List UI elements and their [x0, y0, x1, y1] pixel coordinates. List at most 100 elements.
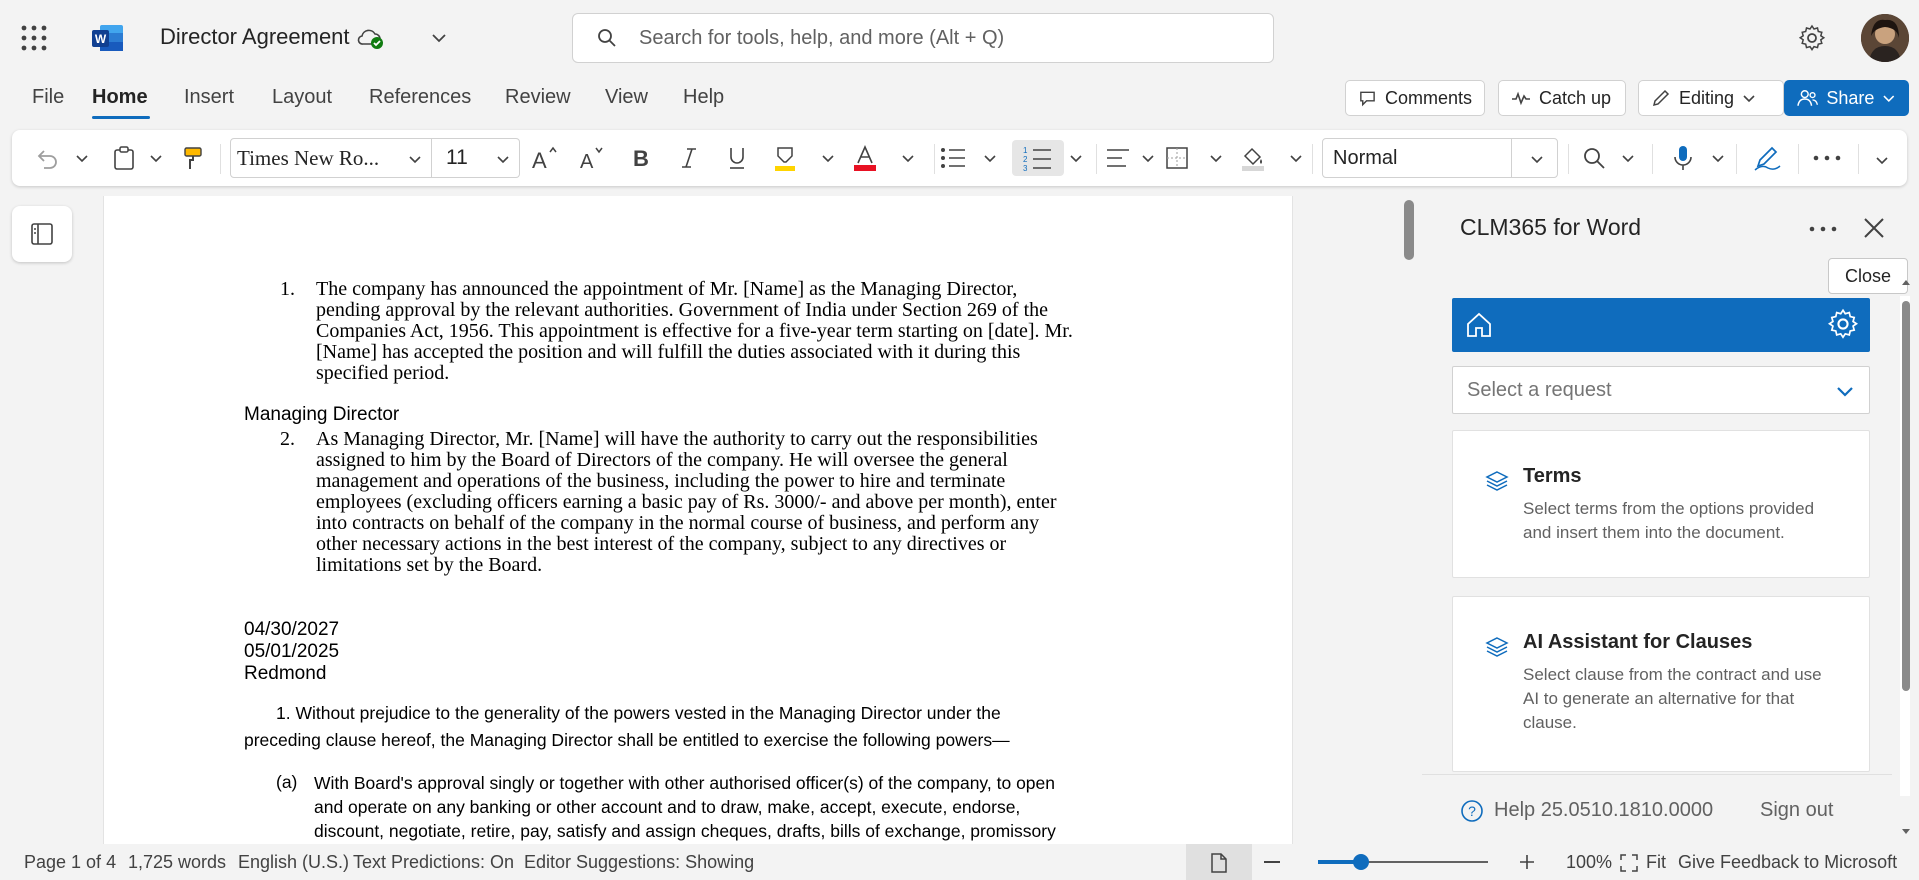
- numbered-list-icon: 123: [1023, 146, 1051, 172]
- menu-help[interactable]: Help: [683, 86, 724, 109]
- grow-font-icon: A: [532, 146, 557, 172]
- search-box[interactable]: Search for tools, help, and more (Alt + …: [572, 13, 1274, 63]
- app-launcher-icon[interactable]: [20, 24, 48, 52]
- dictate-dropdown[interactable]: [1710, 140, 1726, 176]
- settings-gear-icon[interactable]: [1798, 24, 1826, 52]
- document-title[interactable]: Director Agreement: [160, 24, 350, 50]
- align-button[interactable]: [1104, 140, 1132, 176]
- numbering-dropdown[interactable]: [1068, 140, 1084, 176]
- find-button[interactable]: [1582, 140, 1606, 176]
- request-select[interactable]: Select a request: [1452, 366, 1870, 414]
- date-line: 04/30/2027: [244, 619, 340, 640]
- chevron-down-icon: [1210, 155, 1222, 163]
- menu-review[interactable]: Review: [505, 86, 571, 109]
- font-name-combo[interactable]: Times New Ro...: [230, 138, 432, 178]
- shading-button[interactable]: [1240, 140, 1266, 176]
- pane-home-bar: [1452, 298, 1870, 352]
- catch-up-button[interactable]: Catch up: [1498, 80, 1626, 116]
- text-line: management and operations of the busines…: [316, 470, 1006, 492]
- expand-ribbon-button[interactable]: [1874, 142, 1890, 178]
- share-button[interactable]: Share: [1784, 80, 1909, 116]
- zoom-out-button[interactable]: [1264, 861, 1280, 863]
- paint-bucket-icon: [1242, 147, 1264, 171]
- editor-pen-icon: [1754, 146, 1781, 171]
- catch-up-label: Catch up: [1539, 87, 1612, 108]
- paste-dropdown[interactable]: [148, 140, 164, 176]
- zoom-in-icon[interactable]: [1519, 854, 1535, 870]
- highlight-dropdown[interactable]: [820, 140, 836, 176]
- svg-text:?: ?: [1468, 803, 1476, 819]
- sign-out-link[interactable]: Sign out: [1760, 799, 1833, 822]
- scroll-up-icon[interactable]: [1901, 278, 1911, 286]
- document-scrollbar[interactable]: [1404, 200, 1414, 260]
- menu-file[interactable]: File: [32, 86, 64, 109]
- help-version[interactable]: Help 25.0510.1810.0000: [1494, 799, 1713, 822]
- numbering-button[interactable]: 123: [1012, 140, 1064, 176]
- ai-assistant-card[interactable]: AI Assistant for Clauses Select clause f…: [1452, 596, 1870, 772]
- navigation-pane-button[interactable]: [12, 206, 72, 262]
- font-color-button[interactable]: [852, 140, 878, 176]
- editor-suggestions[interactable]: Editor Suggestions: Showing: [524, 852, 754, 873]
- help-icon[interactable]: ?: [1460, 799, 1484, 823]
- zoom-slider-handle[interactable]: [1352, 854, 1369, 870]
- shading-dropdown[interactable]: [1288, 140, 1304, 176]
- ribbon-toolbar: Times New Ro... 11 A A B 123 Normal: [12, 130, 1907, 186]
- find-dropdown[interactable]: [1620, 140, 1636, 176]
- undo-dropdown[interactable]: [74, 140, 90, 176]
- paragraph-item2[interactable]: As Managing Director, Mr. [Name] will ha…: [316, 429, 1176, 576]
- bullets-button[interactable]: [938, 140, 968, 176]
- bullets-dropdown[interactable]: [982, 140, 998, 176]
- borders-dropdown[interactable]: [1208, 140, 1224, 176]
- shrink-font-button[interactable]: A: [578, 140, 608, 176]
- grow-font-button[interactable]: A: [530, 140, 560, 176]
- svg-text:W: W: [95, 32, 107, 46]
- pane-close-button[interactable]: [1862, 216, 1886, 240]
- menu-home[interactable]: Home: [92, 86, 148, 109]
- text-predictions[interactable]: Text Predictions: On: [353, 852, 514, 873]
- user-avatar[interactable]: [1861, 14, 1909, 62]
- editor-button[interactable]: [1752, 140, 1782, 176]
- font-color-dropdown[interactable]: [900, 140, 916, 176]
- comments-button[interactable]: Comments: [1345, 80, 1485, 116]
- fit-icon[interactable]: [1620, 854, 1638, 872]
- dictate-button[interactable]: [1672, 140, 1694, 176]
- print-layout-button[interactable]: [1186, 844, 1252, 880]
- underline-button[interactable]: [726, 140, 748, 176]
- cloud-saved-icon[interactable]: [356, 26, 386, 50]
- more-icon: [1813, 155, 1841, 161]
- styles-combo[interactable]: Normal: [1322, 138, 1558, 178]
- menu-references[interactable]: References: [369, 86, 471, 109]
- scroll-down-icon[interactable]: [1901, 828, 1911, 836]
- menu-view[interactable]: View: [605, 86, 648, 109]
- terms-card[interactable]: Terms Select terms from the options prov…: [1452, 430, 1870, 578]
- pane-scrollbar[interactable]: [1902, 301, 1910, 691]
- document-page[interactable]: 1. The company has announced the appoint…: [103, 196, 1293, 844]
- menu-layout[interactable]: Layout: [272, 86, 332, 109]
- borders-button[interactable]: [1164, 140, 1190, 176]
- zoom-level[interactable]: 100%: [1566, 852, 1612, 873]
- page-count[interactable]: Page 1 of 4: [24, 852, 116, 873]
- page-view-icon: [1211, 853, 1227, 873]
- highlight-button[interactable]: [772, 140, 798, 176]
- align-dropdown[interactable]: [1140, 140, 1156, 176]
- undo-button[interactable]: [34, 140, 60, 176]
- italic-button[interactable]: [678, 140, 700, 176]
- language[interactable]: English (U.S.): [238, 852, 349, 873]
- sub-clause-text[interactable]: With Board's approval singly or together…: [314, 771, 1144, 843]
- more-options-button[interactable]: [1812, 140, 1842, 176]
- home-icon[interactable]: [1464, 310, 1494, 340]
- paragraph-item1[interactable]: The company has announced the appointmen…: [316, 279, 1176, 384]
- pane-more-button[interactable]: [1808, 224, 1838, 234]
- feedback-link[interactable]: Give Feedback to Microsoft: [1678, 852, 1897, 873]
- font-size-combo[interactable]: 11: [432, 138, 520, 178]
- settings-gear-icon[interactable]: [1827, 308, 1859, 340]
- menu-insert[interactable]: Insert: [184, 86, 234, 109]
- format-painter-button[interactable]: [182, 140, 204, 176]
- bold-button[interactable]: B: [630, 140, 652, 176]
- title-dropdown-chevron-icon[interactable]: [428, 28, 450, 48]
- paste-button[interactable]: [112, 140, 136, 176]
- editing-mode-button[interactable]: Editing: [1638, 80, 1784, 116]
- fit-button[interactable]: Fit: [1646, 852, 1666, 873]
- word-logo-icon[interactable]: W: [92, 24, 124, 52]
- word-count[interactable]: 1,725 words: [128, 852, 226, 873]
